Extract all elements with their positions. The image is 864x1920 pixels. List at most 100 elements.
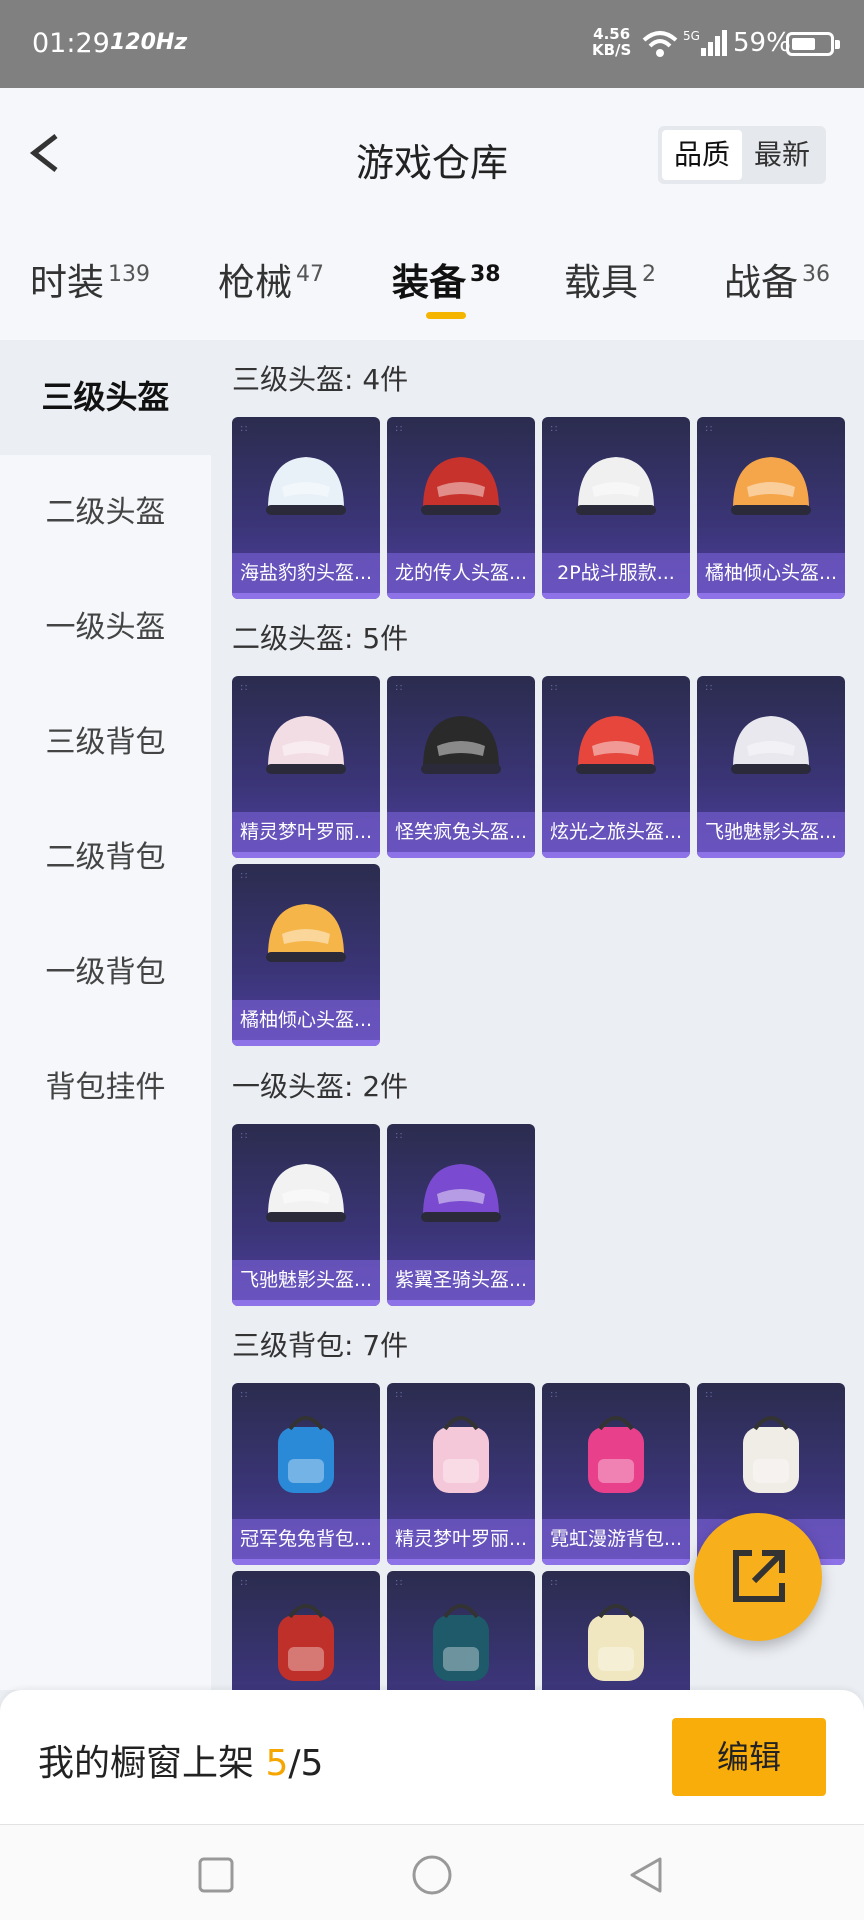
section-title: 三级背包: 7件: [232, 1329, 409, 1362]
showcase-total: /5: [288, 1743, 324, 1784]
sidebar-item-level2-helmet[interactable]: 二级头盔: [0, 455, 211, 570]
helmet-journey-icon: [576, 716, 656, 774]
header: 游戏仓库 品质 最新 时装 139 枪械 47 装备 38 载具 2 战备 36: [0, 88, 864, 340]
sidebar-item-level3-helmet[interactable]: 三级头盔: [0, 340, 211, 455]
sidebar: 三级头盔 二级头盔 一级头盔 三级背包 二级背包 一级背包 背包挂件: [0, 340, 211, 1690]
helmet-phantom1-icon: [266, 1164, 346, 1222]
helmet-dragon-icon: [421, 457, 501, 515]
showcase-bar: 我的橱窗上架 5/5 编辑: [0, 1690, 864, 1824]
item-card-label: 紫翼圣骑头盔...: [387, 1260, 535, 1300]
sidebar-item-level1-backpack[interactable]: 一级背包: [0, 915, 211, 1030]
sort-quality-button[interactable]: 品质: [662, 130, 742, 180]
item-card-label: 冠军兔兔背包...: [232, 1519, 380, 1559]
tab-vehicles[interactable]: 载具 2: [564, 252, 656, 322]
item-card-label: 精灵梦叶罗丽...: [387, 1519, 535, 1559]
item-card[interactable]: ::: [387, 1571, 535, 1690]
item-card-label: 海盐豹豹头盔...: [232, 553, 380, 593]
status-time: 01:29: [32, 28, 110, 59]
item-card-label: 飞驰魅影头盔...: [697, 812, 845, 852]
backpack-white-icon: [743, 1416, 799, 1493]
item-card[interactable]: :: 橘柚倾心头盔...: [232, 864, 380, 1046]
card-corner-dots: ::: [395, 1577, 404, 1588]
item-card[interactable]: :: 炫光之旅头盔...: [542, 676, 690, 858]
card-corner-dots: ::: [550, 423, 559, 434]
system-nav-bar: [0, 1824, 864, 1920]
sidebar-item-level2-backpack[interactable]: 二级背包: [0, 800, 211, 915]
section-title: 三级头盔: 4件: [232, 363, 409, 396]
card-corner-dots: ::: [395, 423, 404, 434]
battery-icon: [786, 32, 840, 56]
sort-newest-button[interactable]: 最新: [742, 130, 822, 180]
back-button[interactable]: [22, 128, 72, 178]
backpack-champion-icon: [278, 1416, 334, 1493]
item-card[interactable]: :: 2P战斗服款...: [542, 417, 690, 599]
card-corner-dots: ::: [395, 1130, 404, 1141]
backpack-fairy-icon: [433, 1416, 489, 1493]
item-card[interactable]: :: 紫翼圣骑头盔...: [387, 1124, 535, 1306]
card-corner-dots: ::: [550, 1577, 559, 1588]
item-card-label: 橘柚倾心头盔...: [697, 553, 845, 593]
item-card[interactable]: :: 霓虹漫游背包...: [542, 1383, 690, 1565]
share-icon: [733, 1550, 785, 1602]
item-grid-area: 三级头盔: 4件 二级头盔: 5件 一级头盔: 2件 三级背包: 7件 :: 海盐…: [211, 340, 864, 1690]
item-card[interactable]: :: 怪笑疯兔头盔...: [387, 676, 535, 858]
tab-combat-supplies[interactable]: 战备 36: [724, 252, 830, 322]
section-title: 二级头盔: 5件: [232, 622, 409, 655]
item-card[interactable]: :: 海盐豹豹头盔...: [232, 417, 380, 599]
card-corner-dots: ::: [240, 1577, 249, 1588]
helmet-orange2-icon: [266, 904, 346, 962]
item-card[interactable]: :: 橘柚倾心头盔...: [697, 417, 845, 599]
helmet-phantom-icon: [731, 716, 811, 774]
item-card-label: 精灵梦叶罗丽...: [232, 812, 380, 852]
helmet-fairy-icon: [266, 716, 346, 774]
battery-percent: 59%: [733, 28, 791, 58]
network-type: 5G: [683, 29, 700, 43]
item-card-label: 2P战斗服款...: [542, 553, 690, 593]
backpack-red-icon: [278, 1604, 334, 1681]
recent-apps-icon[interactable]: [196, 1855, 236, 1895]
item-card[interactable]: :: 精灵梦叶罗丽...: [232, 676, 380, 858]
item-card-label: 怪笑疯兔头盔...: [387, 812, 535, 852]
item-card[interactable]: :: 龙的传人头盔...: [387, 417, 535, 599]
back-nav-icon[interactable]: [624, 1853, 668, 1897]
card-corner-dots: ::: [240, 682, 249, 693]
refresh-rate: 120Hz: [110, 30, 188, 55]
tab-fashion[interactable]: 时装 139: [30, 252, 150, 322]
helmet-rabbit-icon: [421, 716, 501, 774]
item-card[interactable]: ::: [542, 1571, 690, 1690]
item-card[interactable]: :: 冠军兔兔背包...: [232, 1383, 380, 1565]
card-corner-dots: ::: [705, 423, 714, 434]
card-corner-dots: ::: [705, 682, 714, 693]
card-corner-dots: ::: [240, 1389, 249, 1400]
card-corner-dots: ::: [395, 682, 404, 693]
status-bar: 01:29 120Hz 4.56 KB/S 5G 59%: [0, 0, 864, 88]
item-card[interactable]: :: 飞驰魅影头盔...: [697, 676, 845, 858]
item-card[interactable]: :: 飞驰魅影头盔...: [232, 1124, 380, 1306]
sidebar-item-level1-helmet[interactable]: 一级头盔: [0, 570, 211, 685]
net-speed: 4.56 KB/S: [592, 25, 632, 59]
sort-toggle: 品质 最新: [658, 126, 826, 184]
sidebar-item-backpack-charm[interactable]: 背包挂件: [0, 1030, 211, 1145]
edit-button[interactable]: 编辑: [672, 1718, 826, 1796]
backpack-dark-icon: [433, 1604, 489, 1681]
wifi-icon: [642, 31, 678, 57]
backpack-neon-icon: [588, 1416, 644, 1493]
showcase-label: 我的橱窗上架 5/5: [38, 1743, 324, 1784]
card-corner-dots: ::: [395, 1389, 404, 1400]
showcase-current-count: 5: [265, 1743, 289, 1784]
section-title: 一级头盔: 2件: [232, 1070, 409, 1103]
signal-icon: 5G: [683, 29, 727, 56]
home-icon[interactable]: [410, 1853, 454, 1897]
tab-firearms[interactable]: 枪械 47: [218, 252, 324, 322]
item-card[interactable]: ::: [232, 1571, 380, 1690]
item-card[interactable]: :: 精灵梦叶罗丽...: [387, 1383, 535, 1565]
card-corner-dots: ::: [240, 1130, 249, 1141]
backpack-yellow-icon: [588, 1604, 644, 1681]
item-card-label: 橘柚倾心头盔...: [232, 1000, 380, 1040]
helmet-seal-icon: [266, 457, 346, 515]
share-button[interactable]: [694, 1513, 822, 1641]
card-corner-dots: ::: [240, 423, 249, 434]
item-card-label: 龙的传人头盔...: [387, 553, 535, 593]
sidebar-item-level3-backpack[interactable]: 三级背包: [0, 685, 211, 800]
card-corner-dots: ::: [240, 870, 249, 881]
